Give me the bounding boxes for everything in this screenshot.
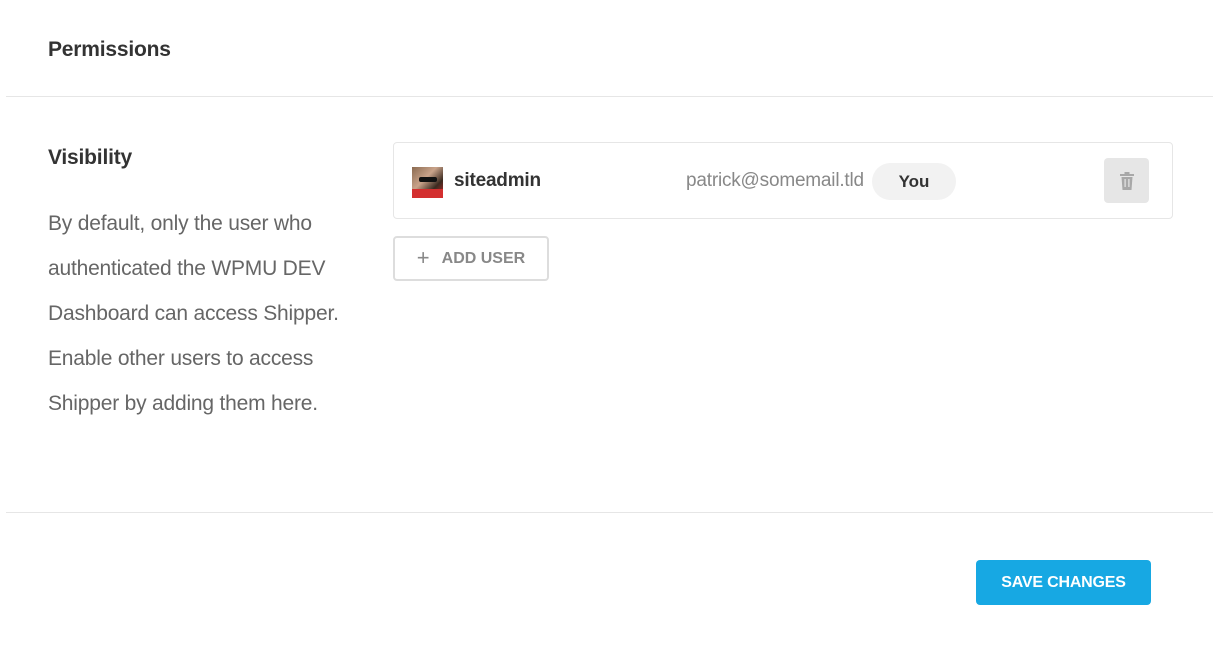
user-row: siteadmin patrick@somemail.tld You bbox=[393, 142, 1173, 219]
settings-label-column: Visibility By default, only the user who… bbox=[48, 145, 348, 426]
add-user-label: ADD USER bbox=[441, 249, 526, 267]
you-badge: You bbox=[872, 163, 956, 200]
delete-user-button[interactable] bbox=[1104, 158, 1149, 203]
trash-icon bbox=[1119, 171, 1134, 190]
save-changes-button[interactable]: SAVE CHANGES bbox=[976, 560, 1151, 605]
settings-row-visibility: Visibility By default, only the user who… bbox=[6, 97, 1213, 513]
section-description: By default, only the user who authentica… bbox=[48, 212, 339, 415]
page-title: Permissions bbox=[48, 38, 171, 61]
user-avatar bbox=[412, 167, 443, 198]
box-header: Permissions bbox=[6, 0, 1213, 97]
add-user-button[interactable]: + ADD USER bbox=[393, 236, 549, 281]
plus-icon: + bbox=[416, 244, 430, 270]
user-name: siteadmin bbox=[454, 170, 541, 191]
section-title: Visibility bbox=[48, 146, 132, 169]
user-email: patrick@somemail.tld bbox=[686, 170, 864, 191]
